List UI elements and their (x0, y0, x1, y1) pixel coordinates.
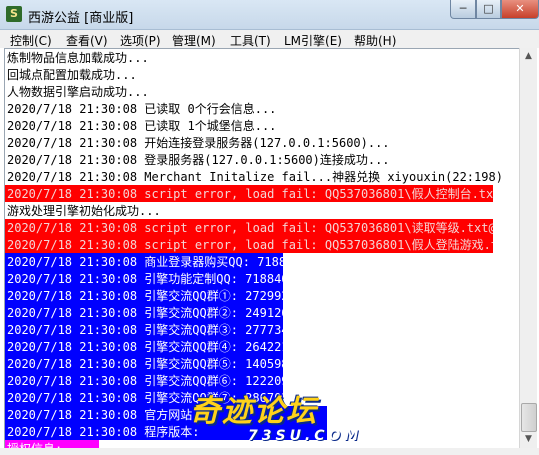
log-line: 2020/7/18 21:30:08 已读取 0个行会信息... (7, 102, 277, 116)
log-line: 2020/7/18 21:30:08 script error, load fa… (5, 219, 493, 236)
log-line: 2020/7/18 21:30:08 引擎交流QQ群①: 27299223 (5, 287, 283, 304)
log-line: 游戏处理引擎初始化成功... (7, 204, 161, 218)
menu-options[interactable]: 选项(P) (120, 32, 161, 49)
log-line: 2020/7/18 21:30:08 商业登录器购买QQ: 718846686 (5, 253, 283, 270)
scroll-down-arrow-icon[interactable]: ▼ (520, 431, 537, 448)
watermark-main: 奇迹论坛 (190, 394, 318, 429)
app-icon: S (6, 6, 22, 22)
menu-tools[interactable]: 工具(T) (230, 32, 271, 49)
menu-lm-engine[interactable]: LM引擎(E) (284, 32, 342, 49)
scroll-up-arrow-icon[interactable]: ▲ (520, 48, 537, 65)
menu-view[interactable]: 查看(V) (66, 32, 108, 49)
menu-bar: 控制(C) 查看(V) 选项(P) 管理(M) 工具(T) LM引擎(E) 帮助… (0, 30, 539, 48)
close-button[interactable]: ✕ (501, 0, 539, 19)
log-line: 2020/7/18 21:30:08 script error, load fa… (5, 185, 493, 202)
log-line: 2020/7/18 21:30:08 开始连接登录服务器(127.0.0.1:5… (7, 136, 390, 150)
title-bar[interactable]: S 西游公益 [商业版] ─ □ ✕ (0, 0, 539, 30)
menu-manage[interactable]: 管理(M) (172, 32, 216, 49)
minimize-button[interactable]: ─ (450, 0, 476, 19)
maximize-button[interactable]: □ (476, 0, 501, 19)
log-line: 2020/7/18 21:30:08 引擎交流QQ群③: 277734856 (5, 321, 283, 338)
log-line: 2020/7/18 21:30:08 script error, load fa… (5, 236, 493, 253)
menu-help[interactable]: 帮助(H) (354, 32, 396, 49)
log-line: 人物数据引擎启动成功... (7, 85, 149, 99)
watermark-sub: 73SU.COM (248, 428, 363, 444)
log-line: 2020/7/18 21:30:08 引擎交流QQ群②: 249126912 (5, 304, 283, 321)
log-line: 回城点配置加载成功... (7, 68, 137, 82)
log-line: 2020/7/18 21:30:08 引擎功能定制QQ: 718846686 (5, 270, 283, 287)
window-title: 西游公益 [商业版] (28, 11, 134, 26)
log-line: 2020/7/18 21:30:08 已读取 1个城堡信息... (7, 119, 277, 133)
log-line: 2020/7/18 21:30:08 引擎交流QQ群④: 264221952 (5, 338, 283, 355)
log-line: 炼制物品信息加载成功... (7, 51, 149, 65)
scroll-thumb[interactable] (521, 403, 537, 432)
log-line: 2020/7/18 21:30:08 登录服务器(127.0.0.1:5600)… (7, 153, 390, 167)
menu-control[interactable]: 控制(C) (10, 32, 52, 49)
log-line: 2020/7/18 21:30:08 Merchant Initalize fa… (7, 170, 503, 184)
log-line: 2020/7/18 21:30:08 引擎交流QQ群⑤: 140598634 (5, 355, 283, 372)
vertical-scrollbar[interactable]: ▲ ▼ (519, 48, 537, 448)
watermark-logo: 奇迹论坛 73SU.COM (190, 386, 370, 446)
status-strip (0, 448, 539, 455)
